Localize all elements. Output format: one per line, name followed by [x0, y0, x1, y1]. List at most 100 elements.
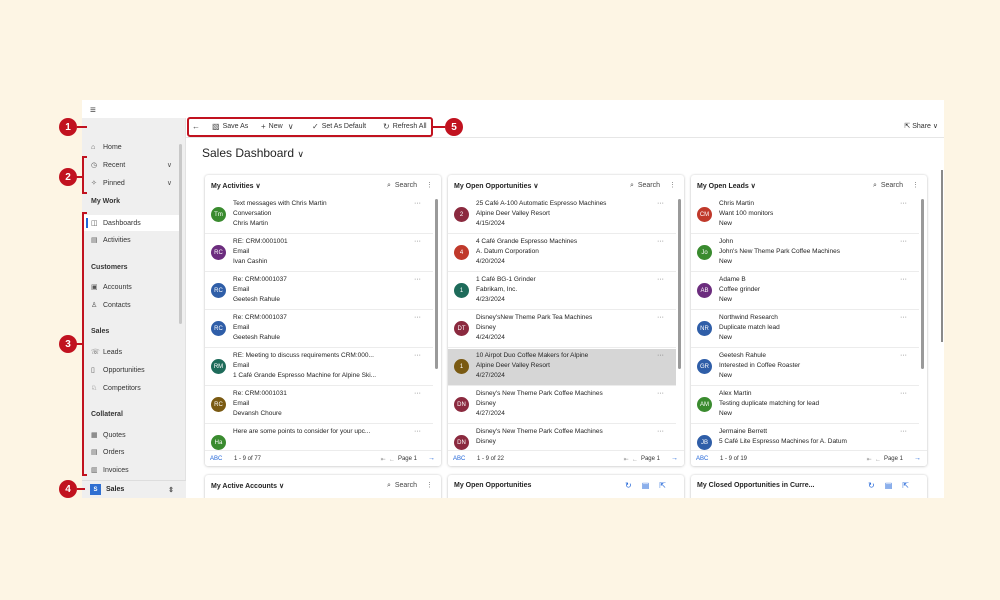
card-header: My Open Leads ∨ ⌕ Search ⋮	[691, 175, 927, 195]
next-page-icon[interactable]: →	[914, 455, 921, 462]
more-options-icon[interactable]: ⋮	[426, 181, 433, 189]
more-options-icon[interactable]: ···	[900, 314, 907, 321]
sidebar-item-recent[interactable]: ◷ Recent ∨	[82, 157, 182, 173]
list-item[interactable]: RC Re: CRM:0001031 Email Devansh Choure ···	[205, 387, 433, 424]
records-icon[interactable]: ▤	[642, 481, 660, 490]
list-item[interactable]: 4 4 Café Grande Espresso Machines A. Datum…	[448, 235, 676, 272]
more-options-icon[interactable]: ···	[900, 200, 907, 207]
sidebar-item-contacts[interactable]: ♙ Contacts	[82, 297, 182, 313]
first-page-icon[interactable]: ⇤ ←	[867, 456, 881, 463]
first-page-icon[interactable]: ⇤ ←	[624, 456, 638, 463]
more-options-icon[interactable]: ···	[900, 276, 907, 283]
more-options-icon[interactable]: ···	[657, 428, 664, 435]
more-options-icon[interactable]: ···	[414, 200, 421, 207]
chevron-down-icon: ∨	[297, 149, 304, 159]
main-scrollbar[interactable]	[941, 170, 943, 342]
callout-bracket	[82, 156, 87, 194]
sidebar-item-dashboards[interactable]: ◫ Dashboards	[82, 215, 182, 231]
list-item[interactable]: RC Re: CRM:0001037 Email Geetesh Rahule ···	[205, 311, 433, 348]
sidebar-item-activities[interactable]: ▤ Activities	[82, 232, 182, 248]
card-title[interactable]: My Open Leads ∨	[697, 182, 756, 190]
sidebar-item-home[interactable]: ⌂ Home	[82, 139, 182, 155]
more-options-icon[interactable]: ···	[900, 352, 907, 359]
list-item[interactable]: RC RE: CRM:0001001 Email Ivan Cashin ···	[205, 235, 433, 272]
expand-icon[interactable]: ⇱	[659, 481, 676, 490]
card-search[interactable]: ⌕ Search	[630, 182, 660, 190]
sidebar-item-leads[interactable]: ☏ Leads	[82, 344, 182, 360]
expand-icon[interactable]: ⇱	[902, 481, 919, 490]
more-options-icon[interactable]: ···	[414, 352, 421, 359]
card-scrollbar[interactable]	[678, 199, 681, 369]
list-item[interactable]: CM Chris Martin Want 100 monitors New ···	[691, 197, 919, 234]
card-search[interactable]: ⌕ Search	[873, 182, 903, 190]
list-item-line: Northwind Research	[719, 314, 778, 321]
list-item[interactable]: AM Alex Martin Testing duplicate matching …	[691, 387, 919, 424]
avatar: CM	[697, 207, 712, 222]
search-icon: ⌕	[387, 182, 391, 189]
avatar: RC	[211, 245, 226, 260]
sidebar-item-invoices[interactable]: ▥ Invoices	[82, 462, 182, 478]
first-page-icon[interactable]: ⇤ ←	[381, 456, 395, 463]
sidebar-item-orders[interactable]: ▤ Orders	[82, 444, 182, 460]
card-scrollbar[interactable]	[921, 199, 924, 369]
records-icon[interactable]: ▤	[885, 481, 903, 490]
more-options-icon[interactable]: ···	[657, 390, 664, 397]
more-options-icon[interactable]: ···	[900, 428, 907, 435]
more-options-icon[interactable]: ⋮	[669, 181, 676, 189]
list-item[interactable]: DN Disney's New Theme Park Coffee Machine…	[448, 387, 676, 424]
card-title[interactable]: My Open Opportunities ∨	[454, 182, 538, 190]
list-item[interactable]: 1 1 Café BG-1 Grinder Fabrikam, Inc. 4/23/2…	[448, 273, 676, 310]
list-item[interactable]: 1 10 Airpot Duo Coffee Makers for Alpine A…	[448, 349, 676, 386]
more-options-icon[interactable]: ···	[414, 238, 421, 245]
list-item[interactable]: GR Geetesh Rahule Interested in Coffee Roa…	[691, 349, 919, 386]
list-item[interactable]: 2 25 Café A-100 Automatic Espresso Machin…	[448, 197, 676, 234]
sidebar-item-competitors[interactable]: ♘ Competitors	[82, 380, 182, 396]
page-title[interactable]: Sales Dashboard ∨	[202, 146, 304, 160]
list-item[interactable]: RM RE: Meeting to discuss requirements CR…	[205, 349, 433, 386]
list-item[interactable]: RC Re: CRM:0001037 Email Geetesh Rahule ···	[205, 273, 433, 310]
hamburger-menu-icon[interactable]: ≡	[90, 105, 96, 116]
list-item-line: New	[719, 334, 733, 341]
next-page-icon[interactable]: →	[428, 455, 435, 462]
more-options-icon[interactable]: ⋮	[426, 481, 433, 489]
alpha-filter-button[interactable]: ABC	[696, 456, 708, 462]
list-item[interactable]: NR Northwind Research Duplicate match lead…	[691, 311, 919, 348]
more-options-icon[interactable]: ···	[414, 276, 421, 283]
more-options-icon[interactable]: ···	[657, 238, 664, 245]
more-options-icon[interactable]: ···	[900, 390, 907, 397]
share-button[interactable]: ⇱ Share ∨	[904, 122, 938, 130]
alpha-filter-button[interactable]: ABC	[453, 456, 465, 462]
list-item[interactable]: AB Adame B Coffee grinder New ···	[691, 273, 919, 310]
refresh-icon[interactable]: ↻	[868, 481, 885, 490]
avatar: Tm	[211, 207, 226, 222]
card-title[interactable]: My Activities ∨	[211, 182, 261, 190]
card-search[interactable]: ⌕ Search	[387, 482, 417, 490]
sidebar-item-quotes[interactable]: ▦ Quotes	[82, 427, 182, 443]
more-options-icon[interactable]: ···	[657, 276, 664, 283]
more-options-icon[interactable]: ···	[414, 428, 421, 435]
sidebar-item-accounts[interactable]: ▣ Accounts	[82, 279, 182, 295]
card-search[interactable]: ⌕ Search	[387, 182, 417, 190]
refresh-icon[interactable]: ↻	[625, 481, 642, 490]
sidebar-scrollbar[interactable]	[179, 144, 182, 324]
card-title[interactable]: My Active Accounts ∨	[211, 482, 284, 490]
list-item[interactable]: Jo John John's New Theme Park Coffee Machi…	[691, 235, 919, 272]
more-options-icon[interactable]: ···	[414, 390, 421, 397]
sidebar-item-opportunities[interactable]: ▯ Opportunities	[82, 362, 182, 378]
list-item[interactable]: DT Disney'sNew Theme Park Tea Machines Dis…	[448, 311, 676, 348]
list-item[interactable]: Tm Text messages with Chris Martin Convers…	[205, 197, 433, 234]
more-options-icon[interactable]: ···	[900, 238, 907, 245]
more-options-icon[interactable]: ···	[657, 352, 664, 359]
sidebar-item-pinned[interactable]: ✧ Pinned ∨	[82, 175, 182, 191]
alpha-filter-button[interactable]: ABC	[210, 456, 222, 462]
area-switcher[interactable]: S Sales ⇕	[82, 480, 186, 498]
card-scrollbar[interactable]	[435, 199, 438, 369]
next-page-icon[interactable]: →	[671, 455, 678, 462]
more-options-icon[interactable]: ···	[657, 200, 664, 207]
avatar: RC	[211, 283, 226, 298]
more-options-icon[interactable]: ⋮	[912, 181, 919, 189]
more-options-icon[interactable]: ···	[657, 314, 664, 321]
card-tools[interactable]: ↻▤⇱	[625, 481, 676, 490]
card-tools[interactable]: ↻▤⇱	[868, 481, 919, 490]
more-options-icon[interactable]: ···	[414, 314, 421, 321]
